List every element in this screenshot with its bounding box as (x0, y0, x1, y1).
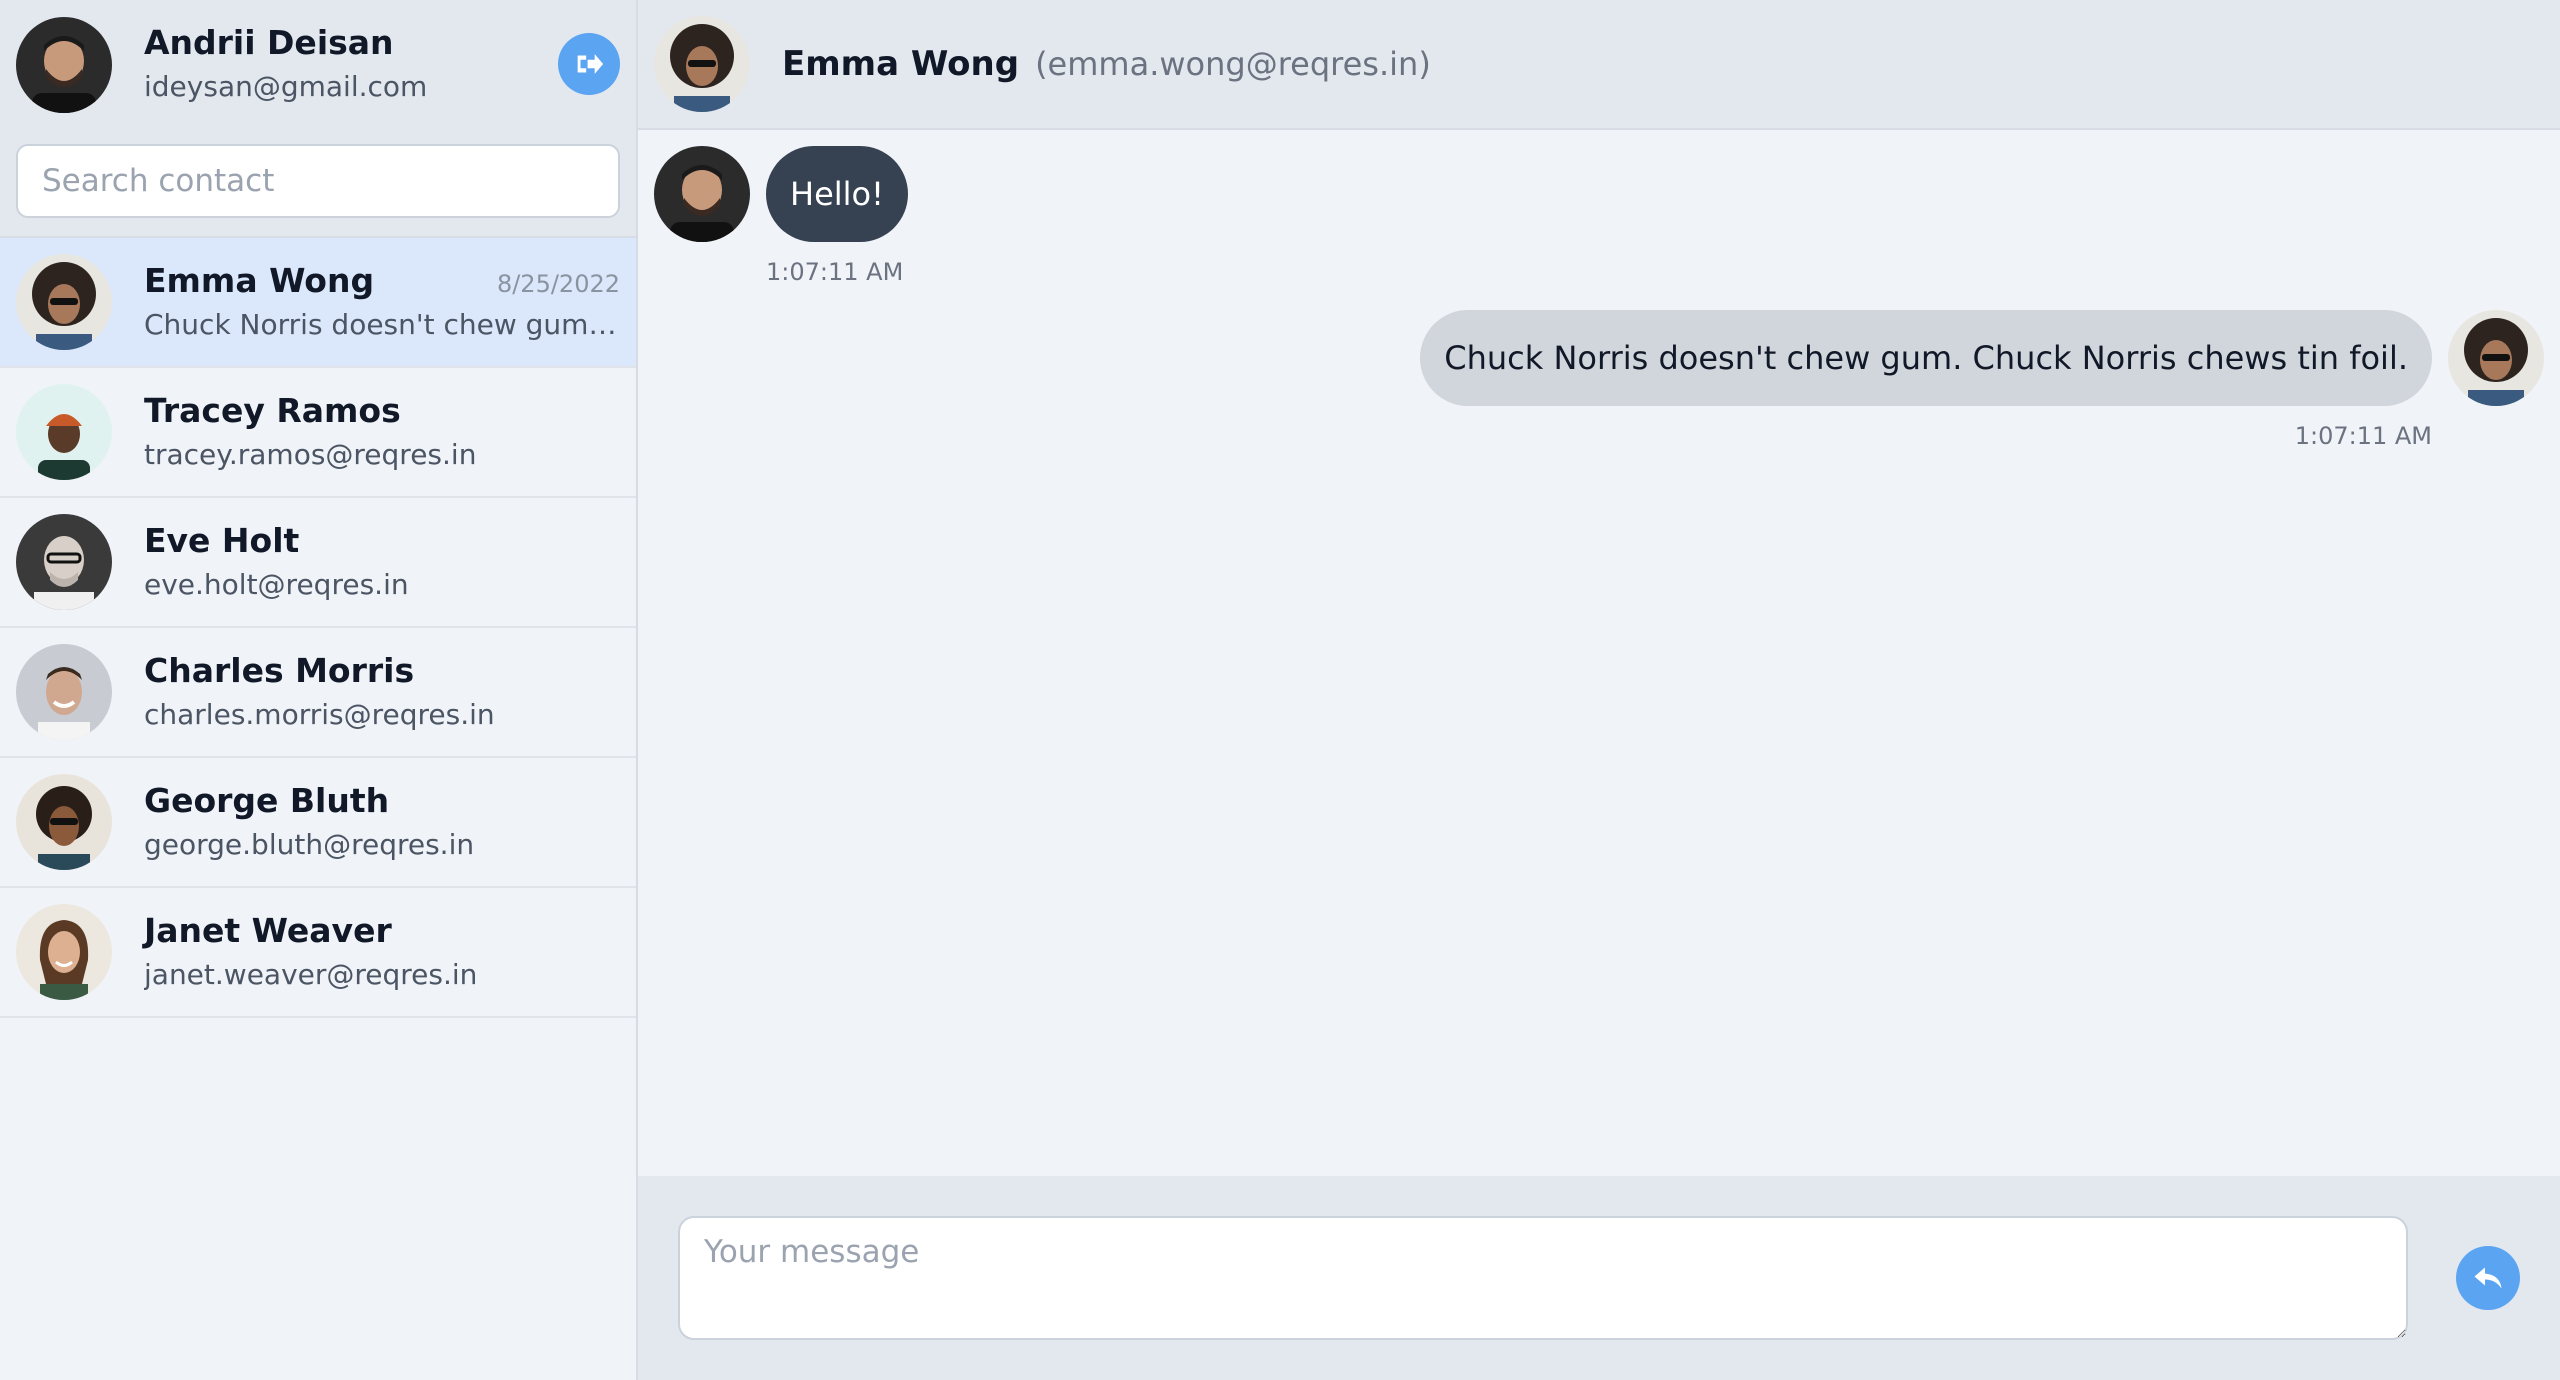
contact-info: Eve Holt eve.holt@reqres.in (144, 519, 620, 605)
message-incoming: Hello! 1:07:11 AM (654, 146, 2544, 286)
contact-email: janet.weaver@reqres.in (144, 958, 478, 991)
logout-button[interactable] (558, 33, 620, 95)
message-block: Hello! 1:07:11 AM (766, 146, 908, 286)
contact-avatar (16, 644, 112, 740)
contact-name: George Bluth (144, 781, 390, 820)
contact-item-emma-wong[interactable]: Emma Wong 8/25/2022 Chuck Norris doesn't… (0, 238, 636, 368)
contact-avatar (16, 904, 112, 1000)
contact-item-eve-holt[interactable]: Eve Holt eve.holt@reqres.in (0, 498, 636, 628)
contact-email: tracey.ramos@reqres.in (144, 438, 477, 471)
message-block: Chuck Norris doesn't chew gum. Chuck Nor… (1420, 310, 2432, 450)
contact-name: Eve Holt (144, 521, 300, 560)
logout-arrow-icon (577, 54, 604, 74)
message-composer (638, 1176, 2560, 1380)
message-bubble: Hello! (766, 146, 908, 242)
search-input[interactable] (16, 144, 620, 218)
contact-info: Janet Weaver janet.weaver@reqres.in (144, 909, 620, 995)
contact-name: Janet Weaver (144, 911, 392, 950)
contact-list: Emma Wong 8/25/2022 Chuck Norris doesn't… (0, 238, 636, 1380)
contact-last-date: 8/25/2022 (496, 270, 620, 298)
contact-item-george-bluth[interactable]: George Bluth george.bluth@reqres.in (0, 758, 636, 888)
contact-info: Emma Wong 8/25/2022 Chuck Norris doesn't… (144, 259, 620, 345)
contact-item-janet-weaver[interactable]: Janet Weaver janet.weaver@reqres.in (0, 888, 636, 1018)
contact-avatar (16, 384, 112, 480)
contact-name: Emma Wong (144, 261, 375, 300)
contact-name: Charles Morris (144, 651, 415, 690)
message-time: 1:07:11 AM (2294, 422, 2432, 450)
contact-avatar (16, 774, 112, 870)
contact-item-charles-morris[interactable]: Charles Morris charles.morris@reqres.in (0, 628, 636, 758)
contact-info: George Bluth george.bluth@reqres.in (144, 779, 620, 865)
contact-last-message: Chuck Norris doesn't chew gum. Chuck Nor… (144, 308, 620, 341)
reply-arrow-icon (2474, 1267, 2502, 1289)
message-list: Hello! 1:07:11 AM Chuck Norris doesn't c… (638, 130, 2560, 1176)
current-user-info: Andrii Deisan ideysan@gmail.com (144, 23, 427, 107)
contact-name: Tracey Ramos (144, 391, 401, 430)
message-time: 1:07:11 AM (766, 258, 904, 286)
chat-panel: Emma Wong (emma.wong@reqres.in) Hello! 1… (638, 0, 2560, 1380)
message-input[interactable] (678, 1216, 2408, 1340)
message-bubble: Chuck Norris doesn't chew gum. Chuck Nor… (1420, 310, 2432, 406)
contact-email: george.bluth@reqres.in (144, 828, 475, 861)
chat-header: Emma Wong (emma.wong@reqres.in) (638, 0, 2560, 130)
sender-avatar (654, 146, 750, 242)
contact-email: charles.morris@reqres.in (144, 698, 495, 731)
current-user-name: Andrii Deisan (144, 23, 394, 62)
sidebar: Andrii Deisan ideysan@gmail.com Emma Won… (0, 0, 638, 1380)
contact-top-row: Emma Wong 8/25/2022 (144, 259, 620, 303)
send-button[interactable] (2456, 1246, 2520, 1310)
contact-avatar (16, 254, 112, 350)
current-user-avatar (16, 17, 112, 113)
contact-avatar (16, 514, 112, 610)
search-bar (0, 130, 636, 238)
chat-contact-email: (emma.wong@reqres.in) (1035, 45, 1431, 83)
current-user-profile: Andrii Deisan ideysan@gmail.com (0, 0, 636, 130)
contact-item-tracey-ramos[interactable]: Tracey Ramos tracey.ramos@reqres.in (0, 368, 636, 498)
chat-contact-name: Emma Wong (782, 44, 1020, 84)
contact-email: eve.holt@reqres.in (144, 568, 409, 601)
current-user-email: ideysan@gmail.com (144, 70, 428, 103)
messenger-app: Andrii Deisan ideysan@gmail.com Emma Won… (0, 0, 2560, 1380)
contact-info: Charles Morris charles.morris@reqres.in (144, 649, 620, 735)
chat-contact-avatar (654, 16, 750, 112)
message-outgoing: Chuck Norris doesn't chew gum. Chuck Nor… (654, 310, 2544, 450)
contact-info: Tracey Ramos tracey.ramos@reqres.in (144, 389, 620, 475)
sender-avatar (2448, 310, 2544, 406)
